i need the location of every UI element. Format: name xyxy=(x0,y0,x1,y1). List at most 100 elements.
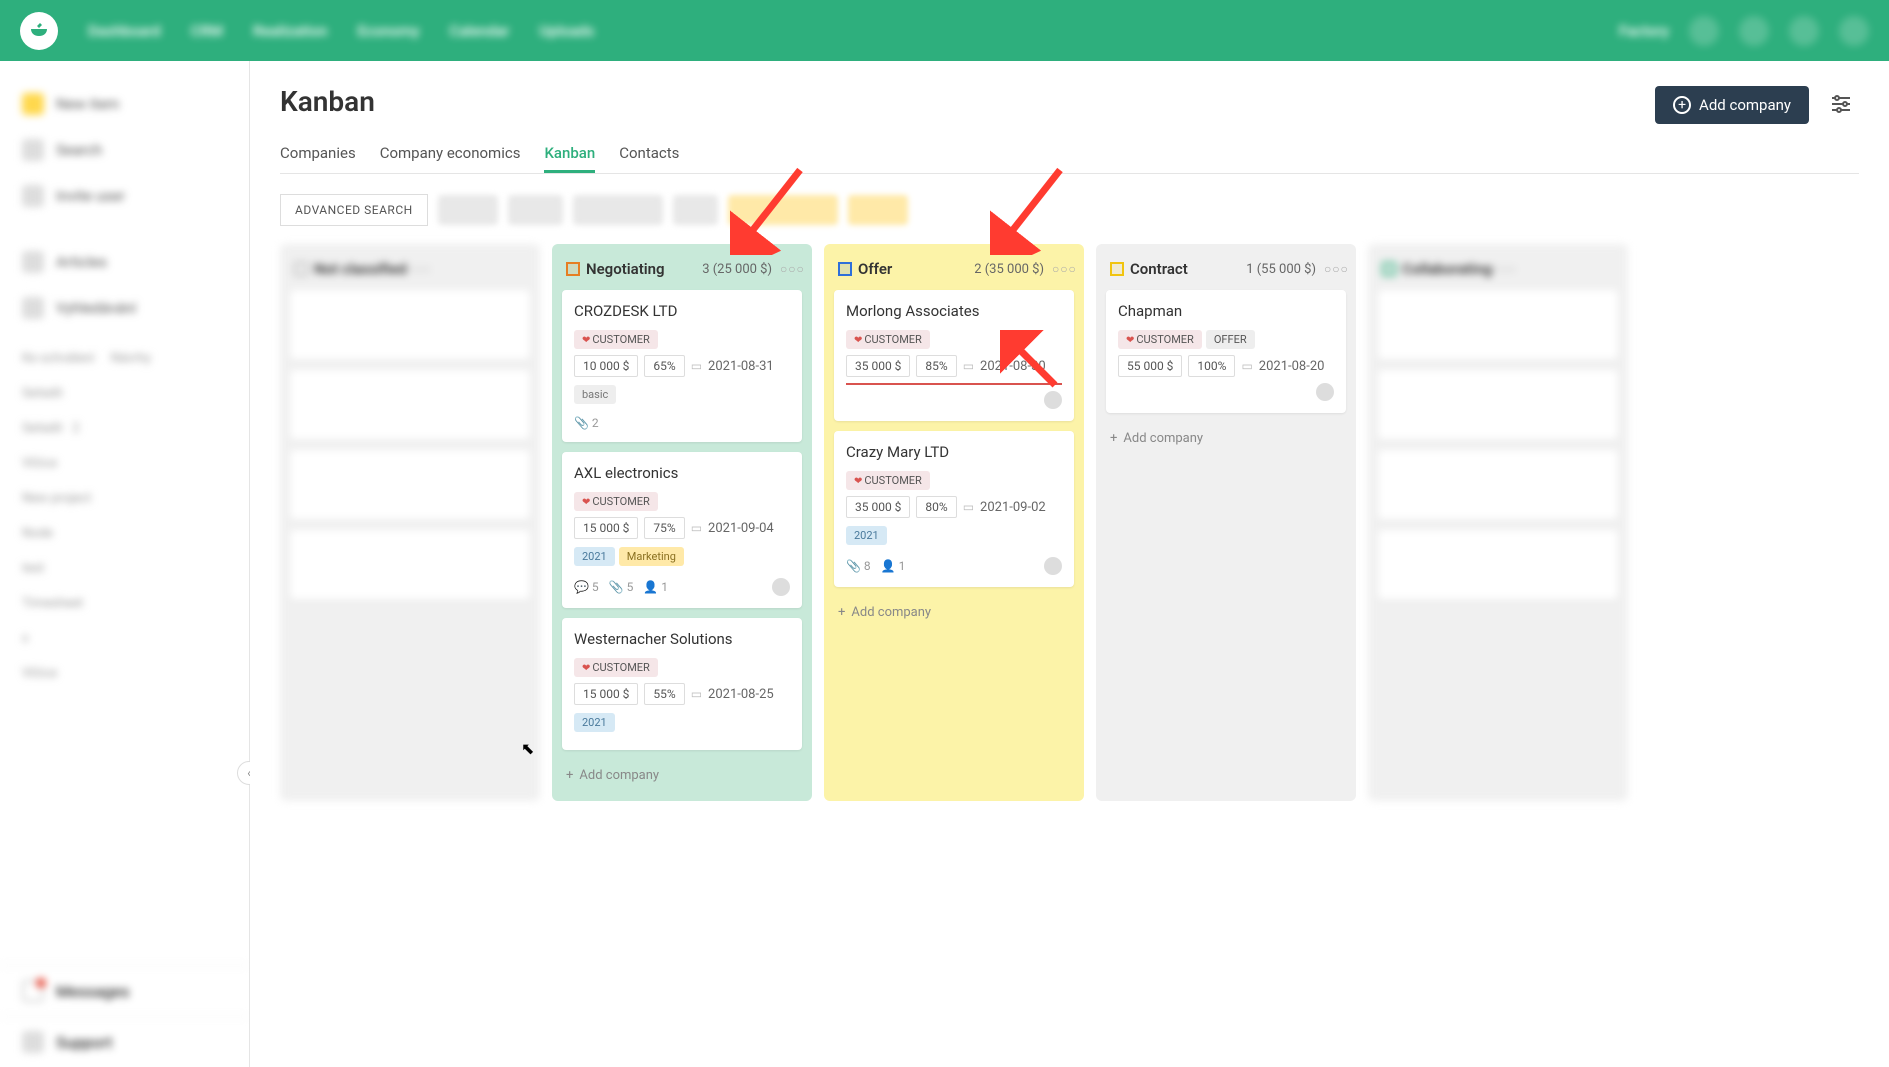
sidebar-filter[interactable]: Node xyxy=(0,516,249,551)
filter-pill[interactable] xyxy=(848,195,908,225)
column-menu-icon[interactable]: ○○○ xyxy=(1052,262,1070,276)
sidebar-messages[interactable]: Messages xyxy=(0,965,249,1016)
nav-dashboard[interactable]: Dashboard xyxy=(88,22,161,40)
kanban-card[interactable]: Westernacher SolutionsCUSTOMER 15 000 $ … xyxy=(562,618,802,750)
assignee-avatar xyxy=(1044,391,1062,409)
column-negotiating: Negotiating 3 (25 000 $) ○○○CROZDESK LTD… xyxy=(552,244,812,801)
sidebar-label: Vyhledávání xyxy=(56,299,136,317)
nav-realization[interactable]: Realization xyxy=(253,22,328,40)
people-count: 👤 1 xyxy=(643,580,668,594)
board-settings-icon[interactable] xyxy=(1829,92,1853,116)
tag-offer: OFFER xyxy=(1206,330,1255,349)
calendar-icon: ▭ xyxy=(691,521,702,535)
kanban-card[interactable]: AXL electronicsCUSTOMER 15 000 $ 75% ▭ 2… xyxy=(562,452,802,608)
filter-pill[interactable] xyxy=(728,195,838,225)
assignee-avatar xyxy=(772,578,790,596)
plus-icon: + xyxy=(566,768,573,783)
sidebar-label: New item xyxy=(56,95,119,113)
app-logo[interactable] xyxy=(20,12,58,50)
add-company-link[interactable]: + Add company xyxy=(834,597,1074,628)
card-date: 2021-09-04 xyxy=(708,521,774,536)
card-date: 2021-09-02 xyxy=(980,500,1046,515)
amount-pill: 10 000 $ xyxy=(574,355,638,377)
sidebar-invite[interactable]: Invite user xyxy=(0,173,249,219)
nav-crm[interactable]: CRM xyxy=(191,22,223,40)
column-menu-icon[interactable]: ○○○ xyxy=(406,262,424,276)
percent-pill: 100% xyxy=(1188,355,1235,377)
filter-pill[interactable] xyxy=(673,195,718,225)
calendar-icon: ▭ xyxy=(691,687,702,701)
sidebar-support[interactable]: Support xyxy=(0,1016,249,1067)
add-company-button[interactable]: + Add company xyxy=(1655,86,1809,124)
sidebar-filter[interactable]: New project xyxy=(0,481,249,516)
column-header: Collaborating ○○○ xyxy=(1378,254,1618,290)
filter-pill[interactable] xyxy=(438,195,498,225)
filter-pill[interactable] xyxy=(573,195,663,225)
comments-count: 💬 5 xyxy=(574,580,599,594)
sidebar-articles[interactable]: Articles xyxy=(0,239,249,285)
button-label: Add company xyxy=(1699,96,1791,114)
mortar-icon xyxy=(27,19,51,43)
tabs: Companies Company economics Kanban Conta… xyxy=(280,136,1859,174)
column-color-icon xyxy=(1382,262,1396,276)
sidebar-filter[interactable]: Vlčice xyxy=(0,446,249,481)
sidebar-new-item[interactable]: New item xyxy=(0,81,249,127)
kanban-card[interactable]: ChapmanCUSTOMEROFFER 55 000 $ 100% ▭ 202… xyxy=(1106,290,1346,413)
sidebar-filter[interactable]: x xyxy=(0,621,249,656)
kanban-card[interactable]: Morlong AssociatesCUSTOMER 35 000 $ 85% … xyxy=(834,290,1074,421)
column-header: Negotiating 3 (25 000 $) ○○○ xyxy=(562,254,802,290)
column-title: Offer xyxy=(858,260,892,278)
sidebar-label: Messages xyxy=(56,982,129,1001)
calendar-icon: ▭ xyxy=(691,359,702,373)
card-date: 2021-08-31 xyxy=(708,359,774,374)
sidebar-filter[interactable]: Vlčice xyxy=(0,656,249,691)
sidebar-vyhledavani[interactable]: Vyhledávání xyxy=(0,285,249,331)
filter-pill[interactable] xyxy=(508,195,563,225)
tag-customer: CUSTOMER xyxy=(1118,330,1202,349)
tab-company-economics[interactable]: Company economics xyxy=(380,136,521,173)
sidebar-label: Invite user xyxy=(56,187,125,205)
card-date: 2021-08-30 xyxy=(980,359,1046,374)
nav-apps-icon[interactable] xyxy=(1689,16,1719,46)
card-title: AXL electronics xyxy=(574,464,790,482)
kanban-card[interactable]: CROZDESK LTDCUSTOMER 10 000 $ 65% ▭ 2021… xyxy=(562,290,802,442)
kanban-card[interactable]: Crazy Mary LTDCUSTOMER 35 000 $ 80% ▭ 20… xyxy=(834,431,1074,587)
add-company-link[interactable]: + Add company xyxy=(1106,423,1346,454)
tag-customer: CUSTOMER xyxy=(846,471,930,490)
workspace-dropdown[interactable]: Factory xyxy=(1619,22,1669,40)
nav-help-icon[interactable] xyxy=(1839,16,1869,46)
column-header: Contract 1 (55 000 $) ○○○ xyxy=(1106,254,1346,290)
sidebar-filter[interactable]: test xyxy=(0,551,249,586)
nav-avatar[interactable] xyxy=(1789,16,1819,46)
nav-bell-icon[interactable] xyxy=(1739,16,1769,46)
attachments-count: 📎 8 xyxy=(846,559,871,573)
tab-companies[interactable]: Companies xyxy=(280,136,356,173)
column-menu-icon[interactable]: ○○○ xyxy=(780,262,798,276)
people-count: 👤 1 xyxy=(881,559,906,573)
add-company-link[interactable]: + Add company xyxy=(562,760,802,791)
tab-kanban[interactable]: Kanban xyxy=(544,136,595,173)
column-color-icon xyxy=(838,262,852,276)
card-placeholder xyxy=(290,530,530,600)
tab-contacts[interactable]: Contacts xyxy=(619,136,679,173)
main-content: Kanban Companies Company economics Kanba… xyxy=(250,61,1889,1067)
column-menu-icon[interactable]: ○○○ xyxy=(1492,262,1510,276)
column-menu-icon[interactable]: ○○○ xyxy=(1324,262,1342,276)
page-title: Kanban xyxy=(280,85,1859,118)
column-title: Negotiating xyxy=(586,260,665,278)
assignee-avatar xyxy=(1044,557,1062,575)
tag-basic: basic xyxy=(574,385,616,404)
nav-links: Dashboard CRM Realization Economy Calend… xyxy=(88,22,594,40)
add-label: Add company xyxy=(579,768,659,783)
sidebar-filter[interactable]: Seřadit 2 xyxy=(0,411,249,446)
nav-economy[interactable]: Economy xyxy=(357,22,419,40)
sidebar-search[interactable]: Search xyxy=(0,127,249,173)
nav-calendar[interactable]: Calendar xyxy=(449,22,509,40)
sidebar-filter[interactable]: Seřadit xyxy=(0,376,249,411)
sidebar-label: Search xyxy=(56,141,102,159)
nav-uploads[interactable]: Uploads xyxy=(539,22,594,40)
sidebar-filter[interactable]: Timesheet xyxy=(0,586,249,621)
card-date: 2021-08-25 xyxy=(708,687,774,702)
advanced-search-button[interactable]: ADVANCED SEARCH xyxy=(280,194,428,226)
column-header: Offer 2 (35 000 $) ○○○ xyxy=(834,254,1074,290)
